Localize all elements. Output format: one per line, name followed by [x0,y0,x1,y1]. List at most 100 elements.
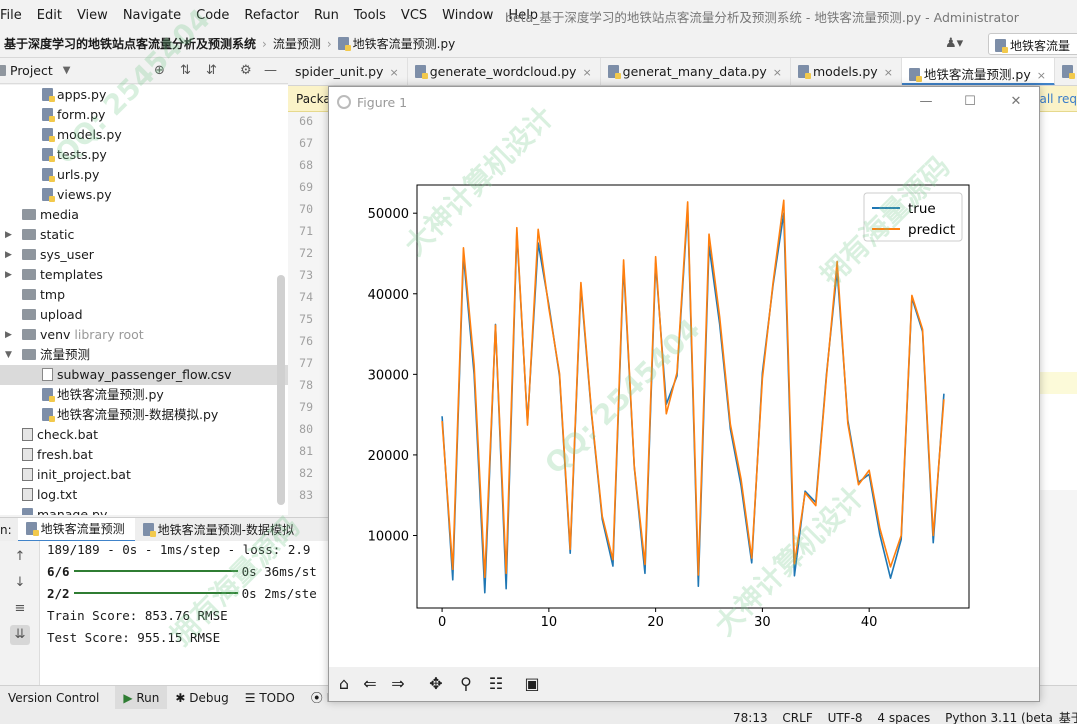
tree-item[interactable]: models.py [0,125,288,145]
menu-file[interactable]: File [0,8,28,23]
file-encoding[interactable]: UTF-8 [828,711,863,724]
figure-title-bar[interactable]: Figure 1 — ☐ ✕ [329,87,1039,117]
editor-tab[interactable]: spider_unit.py × [288,58,408,85]
console-progress-text: 0s 2ms/ste [241,586,317,601]
chevron-right-icon[interactable]: ▶ [5,245,12,265]
line-number: 78 [299,378,313,392]
list-icon: ☰ [244,690,260,705]
tree-item[interactable]: 地铁客流量预测-数据模拟.py [0,405,288,425]
run-tool-tab[interactable]: ▶ Run [115,686,168,709]
tree-item[interactable]: manage.py [0,505,288,515]
tree-item[interactable]: ▼ 流量预测 [0,345,288,365]
todo-tool-tab[interactable]: ☰ TODO [237,686,303,709]
menu-tools[interactable]: Tools [354,8,392,23]
locate-icon[interactable]: ⊕ [154,63,165,78]
scroll-to-end-icon[interactable]: ⇊ [10,625,30,645]
folder-icon [22,329,36,340]
scroll-down-icon[interactable]: ↓ [10,573,30,593]
python-file-icon [142,523,156,537]
run-tab-simulation[interactable]: 地铁客流量预测-数据模拟 [135,518,304,541]
project-panel-title[interactable]: Project [10,63,53,78]
close-icon[interactable]: ✕ [1001,92,1031,112]
breadcrumb-file[interactable]: 地铁客流量预测.py [334,35,460,52]
tree-item-label: views.py [57,187,112,202]
tree-item[interactable]: apps.py [0,85,288,105]
maximize-icon[interactable]: ☐ [955,92,985,112]
install-requirements-link[interactable]: tall req [1035,92,1077,106]
debug-tool-tab[interactable]: ✱ Debug [167,686,236,709]
tree-item[interactable]: form.py [0,105,288,125]
chevron-down-icon[interactable]: ▼ [5,345,12,365]
tree-item[interactable]: ▶ venv library root [0,325,288,345]
menu-edit[interactable]: Edit [37,8,68,23]
breadcrumb-folder[interactable]: 流量预测 [269,35,325,52]
run-config-selector[interactable]: 地铁客流量 [988,33,1077,55]
editor-tab[interactable]: view [1055,58,1077,85]
figure-canvas[interactable]: 0 10 20 30 40 10000 20000 30000 40000 50000 true pr… [329,117,1039,667]
minimize-icon[interactable]: — [911,92,941,112]
y-tick-label: 10000 [368,529,409,544]
run-tabs: n: 地铁客流量预测 地铁客流量预测-数据模拟 [0,517,328,541]
tree-item[interactable]: tmp [0,285,288,305]
run-tab-main[interactable]: 地铁客流量预测 [17,518,135,541]
tree-item[interactable]: views.py [0,185,288,205]
caret-position[interactable]: 78:13 [733,711,768,724]
indent-setting[interactable]: 4 spaces [877,711,930,724]
tree-item[interactable]: upload [0,305,288,325]
editor-tab[interactable]: generat_many_data.py × [601,58,791,85]
close-tab-icon[interactable]: × [389,66,398,79]
python-interpreter[interactable]: Python 3.11 (beta_基于深度 [945,711,1077,724]
expand-all-icon[interactable]: ⇅ [180,63,191,78]
gear-icon[interactable]: ⚙ [240,63,252,78]
close-tab-icon[interactable]: × [884,66,893,79]
python-file-icon [42,388,55,402]
chevron-right-icon[interactable]: ▶ [5,265,12,285]
tree-scrollbar[interactable] [277,275,285,505]
close-tab-icon[interactable]: × [582,66,591,79]
tree-item[interactable]: urls.py [0,165,288,185]
tree-item[interactable]: init_project.bat [0,465,288,485]
menu-view[interactable]: View [77,8,114,23]
tree-item[interactable]: ▶ static [0,225,288,245]
breadcrumb-project[interactable]: 基于深度学习的地铁站点客流量分析及预测系统 [0,35,260,52]
pan-icon[interactable]: ✥ [425,673,447,695]
back-icon[interactable]: ⇐ [359,673,381,695]
configure-subplots-icon[interactable]: ☷ [485,673,507,695]
collapse-all-icon[interactable]: ⇵ [206,63,217,78]
editor-tab[interactable]: models.py × [791,58,902,85]
menu-code[interactable]: Code [196,8,235,23]
line-separator[interactable]: CRLF [782,711,812,724]
tree-item[interactable]: check.bat [0,425,288,445]
tree-item[interactable]: fresh.bat [0,445,288,465]
close-tab-icon[interactable]: × [1037,69,1046,82]
home-icon[interactable]: ⌂ [333,673,355,695]
chevron-right-icon[interactable]: ▶ [5,325,12,345]
menu-refactor[interactable]: Refactor [244,8,305,23]
editor-tab[interactable]: generate_wordcloud.py × [408,58,601,85]
user-icon[interactable]: ♟▾ [945,36,963,51]
tree-item[interactable]: log.txt [0,485,288,505]
soft-wrap-icon[interactable]: ≡ [10,599,30,619]
editor-tab[interactable]: 地铁客流量预测.py × [901,58,1055,85]
hide-panel-icon[interactable]: — [264,63,277,78]
tree-item[interactable]: ▶ sys_user [0,245,288,265]
tree-item[interactable]: tests.py [0,145,288,165]
run-console[interactable]: 189/189 - 0s - 1ms/step - loss: 2.9 6/6 0… [40,541,328,685]
close-tab-icon[interactable]: × [773,66,782,79]
zoom-icon[interactable]: ⚲ [455,673,477,695]
scroll-up-icon[interactable]: ↑ [10,547,30,567]
tree-item[interactable]: media [0,205,288,225]
tree-item[interactable]: 地铁客流量预测.py [0,385,288,405]
menu-run[interactable]: Run [314,8,345,23]
chevron-right-icon[interactable]: ▶ [5,225,12,245]
version-control-tab[interactable]: Version Control [0,686,107,709]
forward-icon[interactable]: ⇒ [387,673,409,695]
menu-window[interactable]: Window [442,8,499,23]
folder-icon [22,269,36,280]
menu-navigate[interactable]: Navigate [123,8,187,23]
project-view-dropdown-icon[interactable]: ▼ [63,65,71,76]
save-icon[interactable]: ▣ [521,673,543,695]
tree-item[interactable]: subway_passenger_flow.csv [0,365,288,385]
tree-item[interactable]: ▶ templates [0,265,288,285]
menu-vcs[interactable]: VCS [401,8,433,23]
